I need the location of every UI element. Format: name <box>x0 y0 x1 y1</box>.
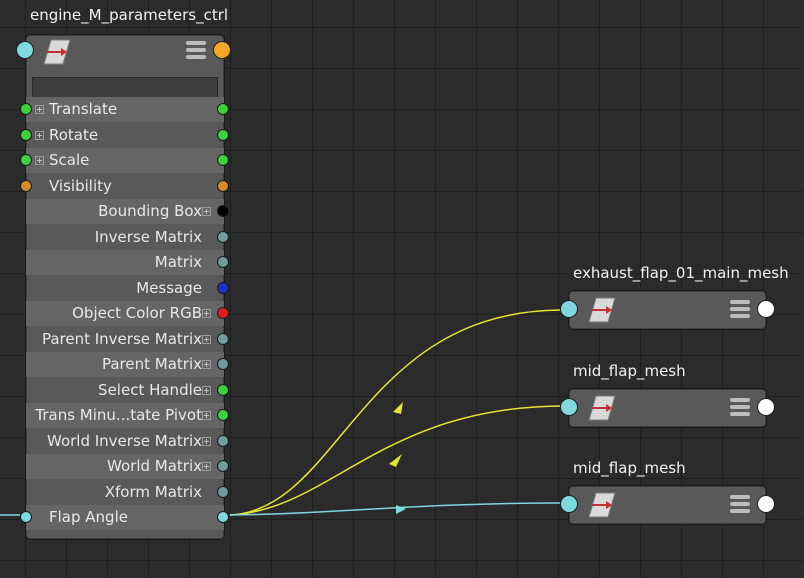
wire-direction-arrow <box>393 402 403 414</box>
expand-toggle-icon[interactable] <box>202 462 211 471</box>
wire-direction-arrow <box>396 505 406 514</box>
attribute-output-port[interactable] <box>217 332 229 345</box>
attribute-output-port[interactable] <box>217 307 229 319</box>
expand-toggle-icon[interactable] <box>202 334 211 344</box>
target-node-input-port[interactable] <box>560 495 578 513</box>
attribute-input-port[interactable] <box>20 128 32 141</box>
transform-node-icon <box>588 395 616 421</box>
expand-toggle-icon[interactable] <box>35 105 44 114</box>
attribute-label: Select Handle <box>98 380 202 399</box>
expand-toggle-icon[interactable] <box>35 156 44 165</box>
main-node[interactable]: Translate Rotate Scale Visibility Bounding B… <box>16 34 231 540</box>
expand-toggle-icon[interactable] <box>35 130 44 140</box>
main-node-input-port[interactable] <box>16 41 34 59</box>
expand-toggle-icon[interactable] <box>202 385 211 395</box>
target-node-title: exhaust_flap_01_main_mesh <box>573 264 789 282</box>
attribute-label: World Inverse Matrix <box>47 431 202 450</box>
hamburger-menu-icon[interactable] <box>730 300 750 320</box>
hamburger-menu-icon[interactable] <box>186 41 206 61</box>
hamburger-menu-icon[interactable] <box>730 398 750 418</box>
attribute-output-port[interactable] <box>217 179 229 192</box>
attribute-row-trans-minu-tate-pivot[interactable]: Trans Minu...tate Pivot <box>26 403 229 428</box>
target-node-input-port[interactable] <box>560 398 578 416</box>
attribute-row-bounding-box[interactable]: Bounding Box <box>26 199 229 224</box>
attribute-input-port[interactable] <box>20 103 32 115</box>
target-node-output-port[interactable] <box>757 398 775 416</box>
attribute-label: Bounding Box <box>98 202 202 220</box>
attribute-label: Trans Minu...tate Pivot <box>35 406 202 424</box>
wire-to-mid-flap-2[interactable] <box>229 502 561 516</box>
attribute-row-parent-matrix[interactable]: Parent Matrix <box>26 352 229 377</box>
attribute-output-port[interactable] <box>217 281 229 294</box>
attribute-output-port[interactable] <box>217 511 229 523</box>
transform-node-icon <box>43 39 71 65</box>
attribute-label: Flap Angle <box>49 508 128 526</box>
attribute-label: Parent Inverse Matrix <box>41 329 202 348</box>
attribute-label: Message <box>136 278 202 297</box>
attribute-row-message[interactable]: Message <box>26 276 229 301</box>
main-node-output-port[interactable] <box>213 41 231 59</box>
target-node-input-port[interactable] <box>560 300 578 318</box>
attribute-output-port[interactable] <box>217 383 229 396</box>
attribute-input-port[interactable] <box>20 511 32 523</box>
wire-direction-arrow <box>389 454 402 467</box>
transform-node-icon <box>588 297 616 323</box>
attribute-row-flap-angle[interactable]: Flap Angle <box>20 505 229 530</box>
attribute-label: Parent Matrix <box>101 355 202 373</box>
attribute-output-port[interactable] <box>217 409 229 421</box>
attribute-row-object-color-rgb[interactable]: Object Color RGB <box>26 301 229 326</box>
attribute-output-port[interactable] <box>217 230 229 243</box>
attribute-output-port[interactable] <box>217 154 229 166</box>
attribute-row-scale[interactable]: Scale <box>20 148 229 173</box>
attribute-output-port[interactable] <box>217 256 229 268</box>
attribute-row-world-inverse-matrix[interactable]: World Inverse Matrix <box>26 429 229 454</box>
attribute-row-rotate[interactable]: Rotate <box>20 123 229 148</box>
attribute-row-visibility[interactable]: Visibility <box>20 174 229 199</box>
attribute-output-port[interactable] <box>217 128 229 141</box>
expand-toggle-icon[interactable] <box>202 411 211 420</box>
attribute-label: Object Color RGB <box>72 304 202 322</box>
expand-toggle-icon[interactable] <box>202 207 211 216</box>
target-node[interactable] <box>560 290 775 330</box>
main-node-title: engine_M_parameters_ctrl <box>30 6 229 24</box>
target-node-title: mid_flap_mesh <box>573 362 686 380</box>
attribute-label: Visibility <box>49 176 112 195</box>
attribute-label: World Matrix <box>107 457 202 475</box>
wire-to-mid-flap-1[interactable] <box>229 405 561 516</box>
wire-to-exhaust-flap[interactable] <box>229 309 561 516</box>
attribute-output-port[interactable] <box>217 358 229 370</box>
attribute-row-matrix[interactable]: Matrix <box>26 250 229 275</box>
target-node[interactable] <box>560 485 775 525</box>
main-node-header[interactable] <box>16 35 231 75</box>
attribute-label: Translate <box>49 100 118 118</box>
attribute-output-port[interactable] <box>217 460 229 472</box>
attribute-label: Matrix <box>154 253 202 271</box>
attribute-output-port[interactable] <box>217 434 229 447</box>
attribute-label: Inverse Matrix <box>94 227 202 246</box>
attribute-row-select-handle[interactable]: Select Handle <box>26 378 229 403</box>
attribute-output-port[interactable] <box>217 205 229 217</box>
target-node-title: mid_flap_mesh <box>573 459 686 477</box>
expand-toggle-icon[interactable] <box>202 360 211 369</box>
attribute-label: Rotate <box>49 125 99 144</box>
attribute-label: Scale <box>49 151 90 169</box>
attribute-row-parent-inverse-matrix[interactable]: Parent Inverse Matrix <box>26 327 229 352</box>
transform-node-icon <box>588 492 616 518</box>
attribute-label: Xform Matrix <box>104 482 202 501</box>
target-node-output-port[interactable] <box>757 495 775 513</box>
hamburger-menu-icon[interactable] <box>730 495 750 515</box>
attribute-output-port[interactable] <box>217 485 229 498</box>
attribute-input-port[interactable] <box>20 179 32 192</box>
expand-toggle-icon[interactable] <box>202 436 211 446</box>
attribute-row-translate[interactable]: Translate <box>20 97 229 122</box>
expand-toggle-icon[interactable] <box>202 309 211 318</box>
attribute-row-inverse-matrix[interactable]: Inverse Matrix <box>26 225 229 250</box>
target-node[interactable] <box>560 388 775 428</box>
attribute-output-port[interactable] <box>217 103 229 115</box>
attribute-input-port[interactable] <box>20 154 32 166</box>
target-node-output-port[interactable] <box>757 300 775 318</box>
attribute-row-world-matrix[interactable]: World Matrix <box>26 454 229 479</box>
attribute-row-xform-matrix[interactable]: Xform Matrix <box>26 480 229 505</box>
